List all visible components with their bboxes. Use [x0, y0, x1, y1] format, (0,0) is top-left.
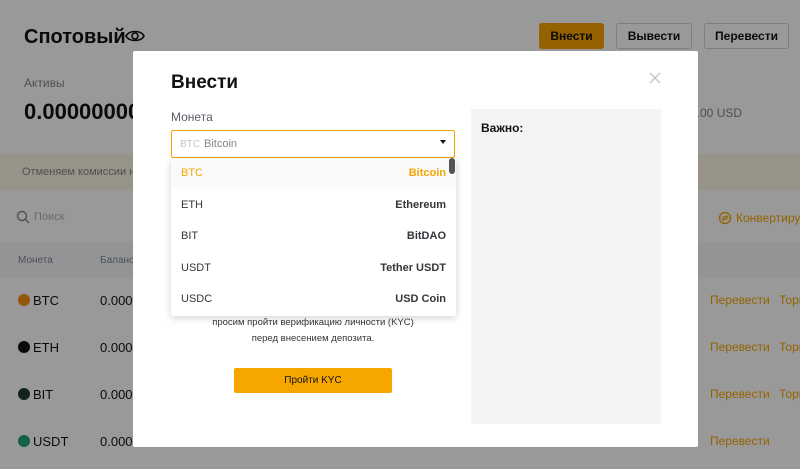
dropdown-item-btc[interactable]: BTC Bitcoin	[171, 158, 456, 189]
coin-select[interactable]: BTC Bitcoin	[171, 130, 455, 158]
dropdown-scrollbar[interactable]	[449, 158, 455, 174]
selected-ticker: BTC	[180, 139, 200, 150]
modal-title: Внести	[171, 72, 239, 93]
coin-label: Монета	[171, 110, 213, 124]
important-panel: Важно:	[471, 109, 661, 424]
coin-dropdown: BTC Bitcoin ETH Ethereum BIT BitDAO USDT…	[171, 158, 456, 316]
kyc-message: просим пройти верификацию личности (KYC)…	[171, 315, 455, 347]
close-icon[interactable]	[648, 71, 662, 85]
caret-down-icon	[440, 140, 446, 144]
dropdown-coin-name: Tether USDT	[380, 262, 446, 274]
kyc-button[interactable]: Пройти KYC	[234, 368, 392, 393]
dropdown-item-usdt[interactable]: USDT Tether USDT	[171, 253, 456, 284]
dropdown-ticker: BTC	[181, 167, 203, 179]
dropdown-coin-name: Ethereum	[395, 199, 446, 211]
dropdown-coin-name: USD Coin	[395, 293, 446, 305]
dropdown-ticker: USDT	[181, 262, 211, 274]
dropdown-ticker: ETH	[181, 199, 203, 211]
dropdown-item-eth[interactable]: ETH Ethereum	[171, 190, 456, 221]
important-title: Важно:	[481, 121, 524, 135]
dropdown-ticker: USDC	[181, 293, 213, 305]
dropdown-item-usdc[interactable]: USDC USD Coin	[171, 284, 456, 315]
kyc-line-1: просим пройти верификацию личности (KYC)	[212, 317, 414, 328]
kyc-line-2: перед внесением депозита.	[251, 333, 375, 344]
selected-name: Bitcoin	[204, 138, 238, 150]
dropdown-ticker: BIT	[181, 230, 199, 242]
dropdown-coin-name: BitDAO	[406, 230, 446, 242]
dropdown-item-bit[interactable]: BIT BitDAO	[171, 221, 456, 252]
dropdown-coin-name: Bitcoin	[408, 167, 446, 179]
